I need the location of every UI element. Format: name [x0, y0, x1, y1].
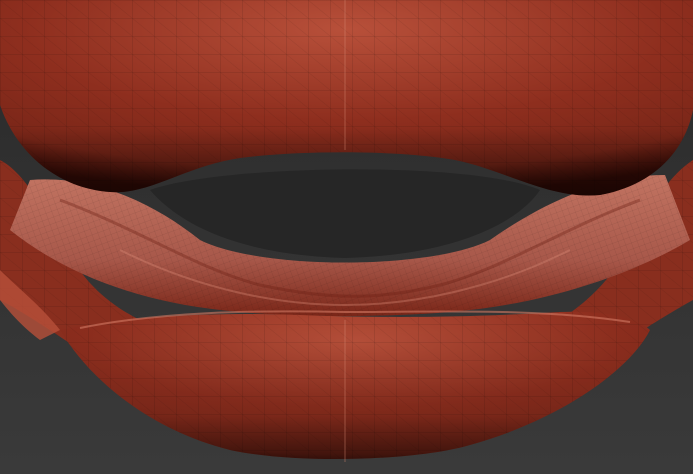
mouth-sculpt-render	[0, 0, 693, 474]
3d-viewport[interactable]	[0, 0, 693, 474]
